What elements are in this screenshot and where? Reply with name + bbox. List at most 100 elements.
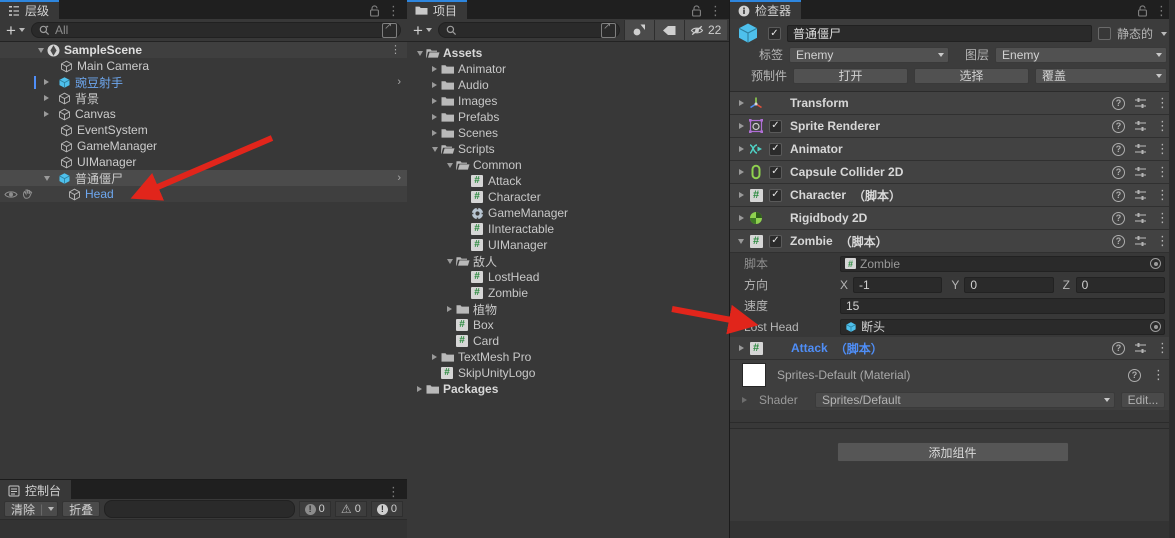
project-search-input[interactable] xyxy=(437,21,620,38)
gameobject-enabled-checkbox[interactable]: ✓ xyxy=(768,27,781,40)
speed-input[interactable]: 15 xyxy=(840,297,1165,314)
project-row-skipunitylogo[interactable]: # SkipUnityLogo xyxy=(407,365,729,381)
console-clear-button[interactable]: 清除 | xyxy=(4,501,59,517)
direction-y-input[interactable]: 0 xyxy=(964,276,1054,293)
component-header-zombie[interactable]: # ✓ Zombie （脚本）? ⋮ xyxy=(730,230,1175,253)
prefab-open-chevron-icon[interactable]: › xyxy=(397,172,401,184)
static-checkbox[interactable] xyxy=(1097,27,1111,40)
help-icon[interactable]: ? xyxy=(1112,188,1125,202)
component-menu-icon[interactable]: ⋮ xyxy=(1156,211,1169,224)
help-icon[interactable]: ? xyxy=(1112,142,1125,156)
foldout-toggle[interactable] xyxy=(734,215,748,221)
object-picker-icon[interactable] xyxy=(1150,321,1161,332)
lock-icon[interactable] xyxy=(369,5,380,17)
type-filter-button[interactable] xyxy=(623,20,654,40)
foldout-toggle[interactable] xyxy=(40,79,53,85)
console-log-list[interactable] xyxy=(0,520,407,538)
foldout-toggle[interactable] xyxy=(413,386,426,392)
hidden-packages-button[interactable]: 22 xyxy=(683,20,728,40)
component-menu-icon[interactable]: ⋮ xyxy=(1156,96,1169,109)
project-row-zombie[interactable]: # Zombie xyxy=(407,285,729,301)
help-icon[interactable]: ? xyxy=(1112,119,1125,133)
project-row-images[interactable]: Images xyxy=(407,93,729,109)
project-row-prefabs[interactable]: Prefabs xyxy=(407,109,729,125)
foldout-toggle[interactable] xyxy=(428,82,441,88)
layer-dropdown[interactable]: Enemy xyxy=(995,46,1167,63)
project-row-card[interactable]: # Card xyxy=(407,333,729,349)
foldout-toggle[interactable] xyxy=(443,162,456,168)
component-header-character[interactable]: # ✓ Character （脚本）? ⋮ xyxy=(730,184,1175,207)
shader-dropdown[interactable]: Sprites/Default xyxy=(815,392,1115,408)
foldout-toggle[interactable] xyxy=(428,114,441,120)
foldout-toggle[interactable] xyxy=(443,306,456,312)
hierarchy-create-button[interactable]: + xyxy=(0,21,31,39)
search-expand-icon[interactable] xyxy=(600,21,616,38)
console-search-input[interactable] xyxy=(104,500,295,518)
foldout-toggle[interactable] xyxy=(734,100,748,106)
foldout-toggle[interactable] xyxy=(734,146,748,152)
preset-icon[interactable] xyxy=(1134,235,1147,247)
component-enabled-checkbox[interactable]: ✓ xyxy=(769,142,782,156)
foldout-toggle[interactable] xyxy=(443,258,456,264)
foldout-toggle[interactable] xyxy=(428,66,441,72)
hierarchy-row-eventsystem[interactable]: EventSystem xyxy=(0,122,407,138)
project-menu-icon[interactable]: ⋮ xyxy=(709,4,722,17)
project-row-attack[interactable]: # Attack xyxy=(407,173,729,189)
foldout-toggle[interactable] xyxy=(428,98,441,104)
lock-icon[interactable] xyxy=(1137,5,1148,17)
project-row-common[interactable]: Common xyxy=(407,157,729,173)
console-warning-badge[interactable]: ⚠ 0 xyxy=(334,501,367,517)
lock-icon[interactable] xyxy=(691,5,702,17)
hierarchy-row-head[interactable]: Head xyxy=(0,186,407,202)
object-picker-icon[interactable] xyxy=(1150,258,1161,269)
help-icon[interactable]: ? xyxy=(1128,368,1141,382)
help-icon[interactable]: ? xyxy=(1112,165,1125,179)
project-row-敌人[interactable]: 敌人 xyxy=(407,253,729,269)
hierarchy-row-samplescene[interactable]: SampleScene ⋮ xyxy=(0,42,407,58)
foldout-toggle[interactable] xyxy=(734,238,748,244)
preset-icon[interactable] xyxy=(1134,97,1147,109)
project-row-assets[interactable]: Assets xyxy=(407,45,729,61)
help-icon[interactable]: ? xyxy=(1112,341,1125,355)
hierarchy-row-background[interactable]: 背景 xyxy=(0,90,407,106)
project-row-losthead[interactable]: # LostHead xyxy=(407,269,729,285)
project-row-scenes[interactable]: Scenes xyxy=(407,125,729,141)
console-error-badge[interactable]: ! 0 xyxy=(370,501,403,517)
project-row-audio[interactable]: Audio xyxy=(407,77,729,93)
project-row-iinteractable[interactable]: # IInteractable xyxy=(407,221,729,237)
component-menu-icon[interactable]: ⋮ xyxy=(1156,119,1169,132)
tab-hierarchy[interactable]: 层级 xyxy=(0,0,60,19)
tag-dropdown[interactable]: Enemy xyxy=(789,46,950,63)
project-row-textmesh-pro[interactable]: TextMesh Pro xyxy=(407,349,729,365)
component-header-rigidbody-2d[interactable]: Rigidbody 2D? ⋮ xyxy=(730,207,1175,230)
project-row-character[interactable]: # Character xyxy=(407,189,729,205)
component-enabled-checkbox[interactable]: ✓ xyxy=(769,165,782,179)
project-row-gamemanager[interactable]: GameManager xyxy=(407,205,729,221)
project-row-植物[interactable]: 植物 xyxy=(407,301,729,317)
hierarchy-tree[interactable]: SampleScene ⋮ Main Camera 豌豆射手 › 背景 Canv… xyxy=(0,42,407,479)
direction-x-input[interactable]: -1 xyxy=(853,276,943,293)
console-log-badge[interactable]: ! 0 xyxy=(298,501,331,517)
preset-icon[interactable] xyxy=(1134,120,1147,132)
foldout-toggle[interactable] xyxy=(40,111,53,117)
component-menu-icon[interactable]: ⋮ xyxy=(1156,234,1169,247)
project-tree[interactable]: Assets Animator Audio Images Prefabs Scenes Sc… xyxy=(407,42,729,538)
foldout-toggle[interactable] xyxy=(734,123,748,129)
project-row-scripts[interactable]: Scripts xyxy=(407,141,729,157)
tab-console[interactable]: 控制台 xyxy=(0,480,72,499)
hierarchy-row-normal-zombie[interactable]: 普通僵尸 › xyxy=(0,170,407,186)
help-icon[interactable]: ? xyxy=(1112,96,1125,110)
project-row-packages[interactable]: Packages xyxy=(407,381,729,397)
foldout-toggle[interactable] xyxy=(34,47,47,53)
component-menu-icon[interactable]: ⋮ xyxy=(1156,142,1169,155)
project-row-box[interactable]: # Box xyxy=(407,317,729,333)
tab-inspector[interactable]: 检查器 xyxy=(730,0,802,19)
prefab-open-chevron-icon[interactable]: › xyxy=(397,76,401,88)
hierarchy-row-main-camera[interactable]: Main Camera xyxy=(0,58,407,74)
project-create-button[interactable]: + xyxy=(407,21,438,39)
hierarchy-row-canvas[interactable]: Canvas xyxy=(0,106,407,122)
console-collapse-button[interactable]: 折叠 xyxy=(62,501,101,517)
foldout-toggle[interactable] xyxy=(428,146,441,152)
preset-icon[interactable] xyxy=(1134,342,1147,354)
component-header-capsule-collider-2d[interactable]: ✓ Capsule Collider 2D? ⋮ xyxy=(730,161,1175,184)
